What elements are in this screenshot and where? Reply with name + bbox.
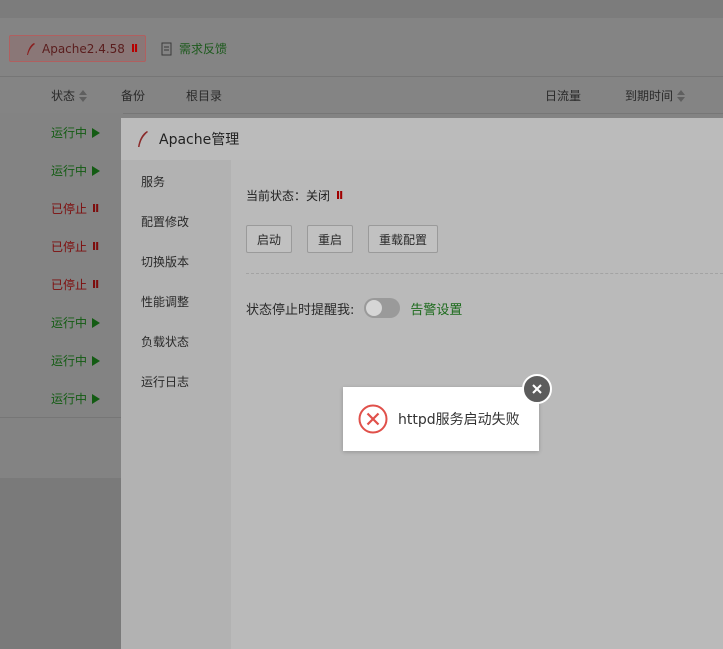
column-traffic: 日流量 xyxy=(545,87,581,104)
sort-icon[interactable] xyxy=(79,89,88,102)
feedback-link[interactable]: 需求反馈 xyxy=(161,40,227,57)
column-backup: 备份 xyxy=(121,87,145,104)
table-row: 已停止 II xyxy=(0,227,123,266)
row-status[interactable]: 已停止 II xyxy=(51,200,99,217)
toast-message: httpd服务启动失败 xyxy=(398,412,520,428)
sidebar-item-logs[interactable]: 运行日志 xyxy=(141,373,189,390)
start-button[interactable]: 启动 xyxy=(246,225,292,253)
alarm-settings-link[interactable]: 告警设置 xyxy=(410,299,462,318)
table-row: 已停止 II xyxy=(0,189,123,228)
alarm-label: 状态停止时提醒我: xyxy=(246,302,355,318)
row-status[interactable]: 运行中 xyxy=(51,124,101,141)
column-expire[interactable]: 到期时间 xyxy=(625,87,686,104)
alarm-toggle[interactable] xyxy=(364,298,401,318)
row-status[interactable]: 运行中 xyxy=(51,314,101,331)
column-status-label: 状态 xyxy=(51,89,76,103)
current-status-label: 当前状态：关闭 xyxy=(246,189,331,203)
sidebar-item-load[interactable]: 负载状态 xyxy=(141,333,189,350)
row-status-label: 已停止 xyxy=(51,278,88,292)
sidebar-item-version[interactable]: 切换版本 xyxy=(141,253,189,270)
table-header: 状态 备份 根目录 日流量 到期时间 xyxy=(0,77,723,114)
stopped-status-icon: II xyxy=(130,42,138,55)
play-icon xyxy=(92,317,101,328)
row-status-label: 已停止 xyxy=(51,240,88,254)
apache-version-button[interactable]: Apache2.4.58 II xyxy=(9,35,146,62)
row-status-label: 运行中 xyxy=(51,126,88,140)
play-icon xyxy=(92,165,101,176)
modal-header: Apache管理 xyxy=(121,118,723,161)
edit-document-icon xyxy=(161,42,172,55)
close-icon xyxy=(532,384,542,394)
modal-sidebar: 服务 配置修改 切换版本 性能调整 负载状态 运行日志 xyxy=(121,160,231,649)
table-row: 运行中 xyxy=(0,379,123,418)
row-status[interactable]: 运行中 xyxy=(51,390,101,407)
reload-config-button[interactable]: 重载配置 xyxy=(368,225,438,253)
toolbar: Apache2.4.58 II 需求反馈 xyxy=(0,18,723,77)
column-backup-label: 备份 xyxy=(121,89,146,103)
column-traffic-label: 日流量 xyxy=(545,89,582,103)
table-row: 运行中 xyxy=(0,151,123,190)
row-status-label: 运行中 xyxy=(51,164,88,178)
table-row: 运行中 xyxy=(0,341,123,380)
pause-icon: II xyxy=(92,202,99,215)
row-status-label: 已停止 xyxy=(51,202,88,216)
column-expire-label: 到期时间 xyxy=(625,89,674,103)
sidebar-item-config[interactable]: 配置修改 xyxy=(141,213,189,230)
toast-close-button[interactable] xyxy=(522,374,552,404)
alarm-row: 状态停止时提醒我: 告警设置 xyxy=(246,298,462,318)
row-status-label: 运行中 xyxy=(51,392,88,406)
pause-icon: II xyxy=(92,278,99,291)
top-strip xyxy=(0,0,723,18)
sidebar-item-performance[interactable]: 性能调整 xyxy=(141,293,189,310)
toggle-knob xyxy=(366,300,383,316)
sidebar-item-service[interactable]: 服务 xyxy=(141,173,165,190)
current-status: 当前状态：关闭 II xyxy=(246,187,343,204)
feather-icon xyxy=(138,131,148,147)
table-row: 运行中 xyxy=(0,113,123,152)
table-row: 已停止 II xyxy=(0,265,123,304)
play-icon xyxy=(92,355,101,366)
table-row: 运行中 xyxy=(0,303,123,342)
row-status-label: 运行中 xyxy=(51,354,88,368)
error-circle-icon xyxy=(358,404,388,434)
row-status[interactable]: 已停止 II xyxy=(51,276,99,293)
stopped-status-icon: II xyxy=(336,189,343,202)
row-status[interactable]: 运行中 xyxy=(51,352,101,369)
row-status[interactable]: 已停止 II xyxy=(51,238,99,255)
restart-button[interactable]: 重启 xyxy=(307,225,353,253)
play-icon xyxy=(92,127,101,138)
row-status[interactable]: 运行中 xyxy=(51,162,101,179)
apache-manager-modal: Apache管理 服务 配置修改 切换版本 性能调整 负载状态 运行日志 当前状… xyxy=(121,118,723,649)
play-icon xyxy=(92,393,101,404)
divider xyxy=(246,273,723,274)
column-root-label: 根目录 xyxy=(186,89,223,103)
column-status[interactable]: 状态 xyxy=(51,87,88,104)
modal-title: Apache管理 xyxy=(159,132,240,148)
error-toast: httpd服务启动失败 xyxy=(343,387,539,451)
row-status-label: 运行中 xyxy=(51,316,88,330)
column-root: 根目录 xyxy=(186,87,222,104)
feedback-label: 需求反馈 xyxy=(179,42,228,56)
pause-icon: II xyxy=(92,240,99,253)
apache-version-label: Apache2.4.58 xyxy=(42,41,125,56)
sort-icon[interactable] xyxy=(677,89,686,102)
feather-icon xyxy=(27,42,35,55)
